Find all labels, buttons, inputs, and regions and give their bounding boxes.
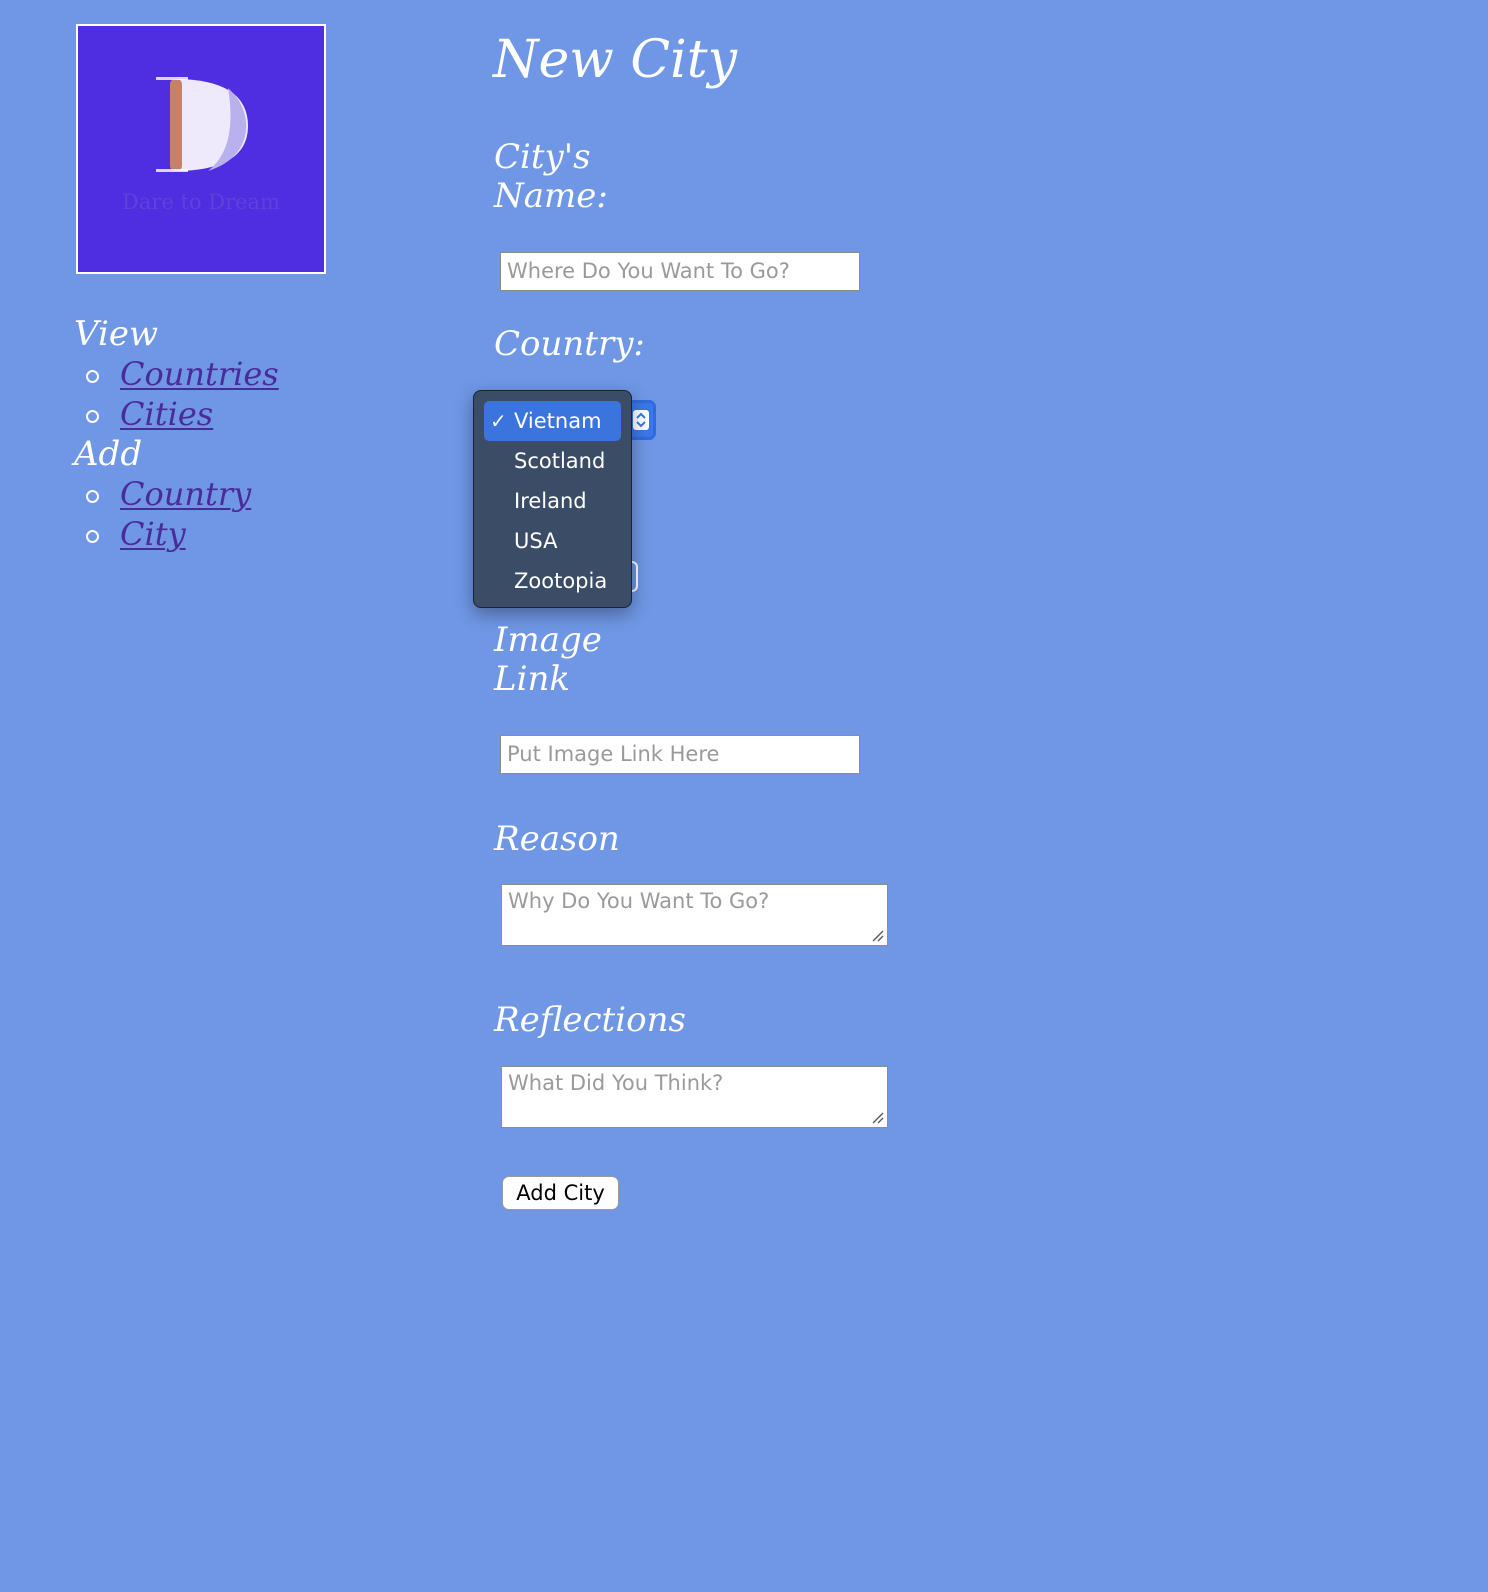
dropdown-option-label: Scotland — [514, 449, 606, 473]
city-name-label: City's Name: — [494, 137, 608, 216]
dropdown-option-label: Vietnam — [514, 409, 602, 433]
dropdown-option-usa[interactable]: USA — [484, 521, 621, 561]
reflections-label: Reflections — [494, 1000, 686, 1040]
city-name-input[interactable]: Where Do You Want To Go? — [500, 252, 860, 291]
reflections-placeholder: What Did You Think? — [508, 1071, 724, 1095]
nav-item-add-city: City — [86, 514, 394, 554]
country-label: Country: — [494, 324, 645, 364]
logo: Dare to Dream — [76, 24, 326, 274]
nav-item-add-country: Country — [86, 474, 394, 514]
page-title: New City — [493, 30, 738, 90]
bullet-icon — [86, 410, 99, 423]
add-city-button[interactable]: Add City — [502, 1176, 619, 1210]
view-list: Countries Cities — [74, 354, 394, 434]
logo-tagline: Dare to Dream — [122, 190, 280, 214]
logo-letter-d-icon — [156, 77, 248, 172]
dropdown-option-label: Ireland — [514, 489, 587, 513]
image-link-input[interactable]: Put Image Link Here — [500, 735, 860, 774]
resize-grip-icon[interactable] — [872, 1112, 884, 1124]
nav-link-cities[interactable]: Cities — [120, 395, 213, 433]
bullet-icon — [86, 370, 99, 383]
bullet-icon — [86, 490, 99, 503]
country-dropdown-menu: ✓ Vietnam Scotland Ireland USA Zootopia — [473, 390, 632, 608]
reflections-textarea[interactable]: What Did You Think? — [501, 1066, 888, 1128]
bullet-icon — [86, 530, 99, 543]
add-list: Country City — [74, 474, 394, 554]
nav-link-add-city[interactable]: City — [120, 515, 186, 553]
nav-heading-view: View — [74, 314, 159, 354]
dropdown-option-label: USA — [514, 529, 558, 553]
checkmark-icon: ✓ — [490, 409, 507, 433]
select-arrows-icon — [633, 410, 649, 430]
nav-heading-add: Add — [74, 434, 143, 474]
dropdown-option-vietnam[interactable]: ✓ Vietnam — [484, 401, 621, 441]
nav-item-cities: Cities — [86, 394, 394, 434]
nav-link-add-country[interactable]: Country — [120, 475, 251, 513]
dropdown-option-ireland[interactable]: Ireland — [484, 481, 621, 521]
reason-label: Reason — [494, 819, 620, 859]
dropdown-option-label: Zootopia — [514, 569, 608, 593]
resize-grip-icon[interactable] — [872, 930, 884, 942]
sidebar-nav: View Countries Cities Add Country City — [74, 314, 394, 554]
image-link-label: Image Link — [494, 620, 602, 699]
nav-link-countries[interactable]: Countries — [120, 355, 279, 393]
reason-placeholder: Why Do You Want To Go? — [508, 889, 770, 913]
reason-textarea[interactable]: Why Do You Want To Go? — [501, 884, 888, 946]
nav-item-countries: Countries — [86, 354, 394, 394]
dropdown-option-scotland[interactable]: Scotland — [484, 441, 621, 481]
dropdown-option-zootopia[interactable]: Zootopia — [484, 561, 621, 601]
